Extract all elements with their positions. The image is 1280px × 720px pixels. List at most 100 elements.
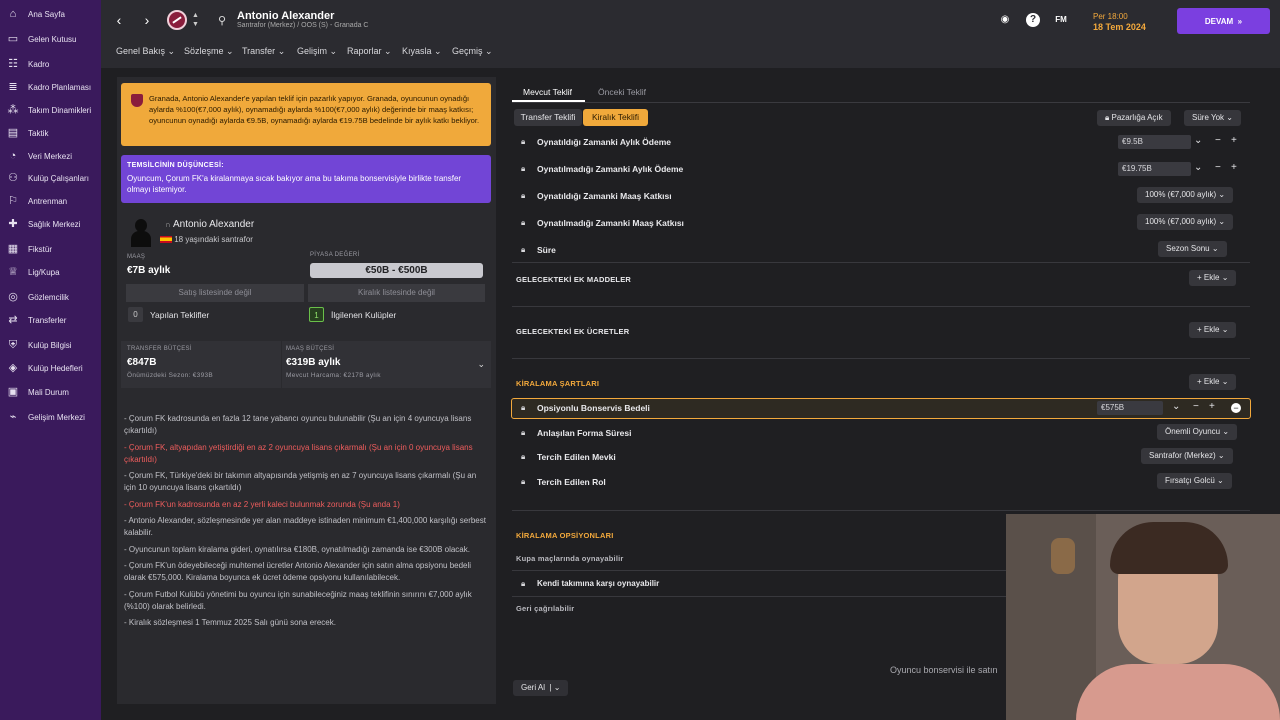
continue-button[interactable]: DEVAM » bbox=[1177, 8, 1270, 34]
player-name[interactable]: ∩ Antonio Alexander bbox=[165, 219, 254, 230]
row-label: Oynatılmadığı Zamanki Maaş Katkısı bbox=[537, 218, 684, 228]
offers-label[interactable]: Yapılan Teklifler bbox=[150, 310, 209, 320]
sidebar-item-2[interactable]: ▭ Gelen Kutusu bbox=[0, 29, 101, 49]
sidebar-item-label: Lig/Kupa bbox=[28, 267, 60, 277]
tab-loan-offer[interactable]: Kiralık Teklifi bbox=[583, 109, 648, 126]
sidebar-item-11[interactable]: ▦ Fikstür bbox=[0, 239, 101, 259]
player-avatar bbox=[129, 219, 153, 247]
planner-icon: ≣ bbox=[8, 81, 18, 93]
monthly-payment-not-played-input[interactable]: €19.75B bbox=[1118, 162, 1191, 176]
sidebar-item-17[interactable]: ▣ Mali Durum bbox=[0, 382, 101, 402]
crest-switch-icon[interactable]: ▲ ▼ bbox=[192, 11, 199, 29]
sidebar-item-15[interactable]: ⛨ Kulüp Bilgisi bbox=[0, 335, 101, 355]
menu-transfer[interactable]: Transfer ⌄ bbox=[242, 46, 285, 57]
sidebar-item-8[interactable]: ⚇ Kulüp Çalışanları bbox=[0, 168, 101, 188]
recall-option[interactable]: Geri çağrılabilir bbox=[516, 604, 574, 613]
minus-icon[interactable]: − bbox=[1215, 135, 1221, 146]
row-label: Tercih Edilen Mevki bbox=[537, 452, 616, 462]
cup-option[interactable]: Kupa maçlarında oynayabilir bbox=[516, 554, 624, 563]
tab-transfer-offer[interactable]: Transfer Teklifi bbox=[514, 109, 582, 126]
sidebar-item-3[interactable]: ☷ Kadro bbox=[0, 54, 101, 74]
sidebar-item-label: Antrenman bbox=[28, 196, 68, 206]
training-icon: ⚐ bbox=[8, 195, 18, 207]
note-item: - Antonio Alexander, sözleşmesinde yer a… bbox=[124, 516, 486, 537]
club-crest-icon[interactable] bbox=[167, 10, 187, 30]
sidebar-item-16[interactable]: ◈ Kulüp Hedefleri bbox=[0, 358, 101, 378]
forward-icon[interactable]: › bbox=[137, 10, 157, 30]
wage-contribution-not-played-dropdown[interactable]: 100% (€7,000 aylık) ⌄ bbox=[1137, 214, 1234, 230]
minus-icon[interactable]: − bbox=[1215, 162, 1221, 173]
divider bbox=[512, 358, 1250, 359]
lock-icon: 🔒︎ bbox=[521, 218, 526, 227]
footer-message: Oyuncu bonservisi ile satın bbox=[890, 665, 998, 675]
tab-current-offer[interactable]: Mevcut Teklif bbox=[523, 87, 572, 97]
sidebar-item-9[interactable]: ⚐ Antrenman bbox=[0, 191, 101, 211]
fm-menu-button[interactable]: FM bbox=[1053, 13, 1069, 27]
sidebar-item-13[interactable]: ◎ Gözlemcilik bbox=[0, 287, 101, 307]
monthly-payment-played-input[interactable]: €9.5B bbox=[1118, 135, 1191, 149]
remove-icon[interactable]: − bbox=[1231, 403, 1241, 413]
sidebar-item-12[interactable]: ♕ Lig/Kupa bbox=[0, 262, 101, 282]
menu-reports[interactable]: Raporlar ⌄ bbox=[347, 46, 392, 57]
duration-dropdown[interactable]: Sezon Sonu ⌄ bbox=[1158, 241, 1227, 257]
tab-previous-offer[interactable]: Önceki Teklif bbox=[598, 87, 646, 97]
agent-opinion-box: TEMSİLCİNİN DÜŞÜNCESİ: Oyuncum, Çorum FK… bbox=[121, 155, 491, 203]
sidebar-item-label: Taktik bbox=[28, 128, 49, 138]
squad-icon: ☷ bbox=[8, 58, 18, 70]
playing-time-dropdown[interactable]: Önemli Oyuncu ⌄ bbox=[1157, 424, 1238, 440]
menu-development[interactable]: Gelişim ⌄ bbox=[297, 46, 337, 57]
help-icon[interactable]: ? bbox=[1026, 13, 1040, 27]
wage-budget-label: MAAŞ BÜTÇESİ bbox=[286, 346, 335, 352]
plus-icon[interactable]: + bbox=[1209, 401, 1215, 412]
minus-icon[interactable]: − bbox=[1193, 401, 1199, 412]
sidebar-item-10[interactable]: ✚ Sağlık Merkezi bbox=[0, 214, 101, 234]
search-icon[interactable]: ⚲ bbox=[218, 14, 226, 27]
negotiation-open-button[interactable]: 🔒︎ Pazarlığa Açık bbox=[1097, 110, 1171, 126]
menu-contract[interactable]: Sözleşme ⌄ bbox=[184, 46, 234, 57]
plus-icon[interactable]: + bbox=[1231, 162, 1237, 173]
chevron-down-icon[interactable]: ⌄ bbox=[1194, 135, 1202, 146]
sidebar-item-7[interactable]: ◔ Veri Merkezi bbox=[0, 146, 101, 166]
sidebar-item-6[interactable]: ▤ Taktik bbox=[0, 123, 101, 143]
add-clause-button[interactable]: + Ekle ⌄ bbox=[1189, 270, 1237, 286]
header-player-subtitle: Santrafor (Merkez) / OOS (S) - Granada C bbox=[237, 22, 369, 29]
chevron-down-icon[interactable]: ⌄ bbox=[1194, 162, 1202, 173]
sidebar-item-label: Kulüp Hedefleri bbox=[28, 363, 83, 373]
menu-compare[interactable]: Kıyasla ⌄ bbox=[402, 46, 442, 57]
chevron-down-icon[interactable]: ⌄ bbox=[477, 359, 485, 370]
wage-contribution-played-dropdown[interactable]: 100% (€7,000 aylık) ⌄ bbox=[1137, 187, 1234, 203]
sidebar-item-18[interactable]: ⌁ Gelişim Merkezi bbox=[0, 407, 101, 427]
plus-icon[interactable]: + bbox=[1231, 135, 1237, 146]
chevron-down-icon[interactable]: ⌄ bbox=[1172, 401, 1180, 412]
menu-overview[interactable]: Genel Bakış ⌄ bbox=[116, 46, 175, 57]
sidebar-item-4[interactable]: ≣ Kadro Planlaması bbox=[0, 77, 101, 97]
lock-icon: 🔒︎ bbox=[521, 452, 526, 461]
menu-history[interactable]: Geçmiş ⌄ bbox=[452, 46, 493, 57]
sidebar-item-label: Sağlık Merkezi bbox=[28, 219, 81, 229]
sidebar-item-14[interactable]: ⇄ Transferler bbox=[0, 310, 101, 330]
sidebar-item-label: Transferler bbox=[28, 315, 67, 325]
club-shield-icon bbox=[131, 94, 143, 107]
option-fee-input[interactable]: €575B bbox=[1097, 401, 1163, 415]
header-time: Per 18:00 bbox=[1093, 12, 1128, 21]
world-icon[interactable]: ◉ bbox=[998, 13, 1012, 27]
lock-icon: 🔒︎ bbox=[521, 137, 526, 146]
add-term-button[interactable]: + Ekle ⌄ bbox=[1189, 374, 1237, 390]
sidebar-item-5[interactable]: ⁂ Takım Dinamikleri bbox=[0, 100, 101, 120]
medical-icon: ✚ bbox=[8, 218, 18, 230]
interested-clubs-label[interactable]: İlgilenen Kulüpler bbox=[331, 310, 396, 320]
wage-budget-box[interactable]: MAAŞ BÜTÇESİ €319B aylık Mevcut Harcama:… bbox=[282, 341, 491, 388]
lock-icon: 🔒︎ bbox=[521, 403, 526, 412]
trophy-icon: ♕ bbox=[8, 266, 18, 278]
preferred-position-dropdown[interactable]: Santrafor (Merkez) ⌄ bbox=[1141, 448, 1233, 464]
sidebar-item-1[interactable]: ⌂ Ana Sayfa bbox=[0, 4, 101, 24]
player-desc: 18 yaşındaki santrafor bbox=[160, 235, 253, 244]
preferred-role-dropdown[interactable]: Fırsatçı Golcü ⌄ bbox=[1157, 473, 1232, 489]
undo-button[interactable]: Geri Al | ⌄ bbox=[513, 680, 569, 696]
add-fee-button[interactable]: + Ekle ⌄ bbox=[1189, 322, 1237, 338]
own-team-option[interactable]: Kendi takımına karşı oynayabilir bbox=[537, 579, 659, 588]
time-limit-dropdown[interactable]: Süre Yok ⌄ bbox=[1184, 110, 1241, 126]
back-icon[interactable]: ‹ bbox=[109, 10, 129, 30]
club-icon: ⛨ bbox=[8, 339, 18, 351]
row-label: Tercih Edilen Rol bbox=[537, 477, 606, 487]
